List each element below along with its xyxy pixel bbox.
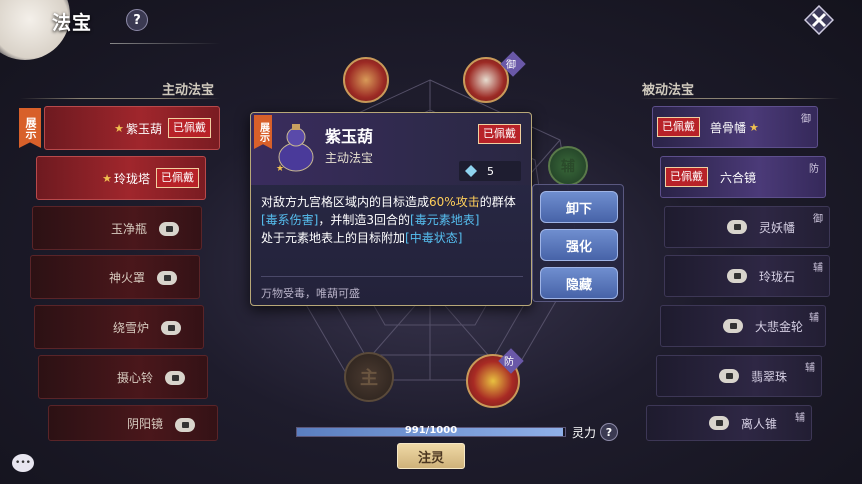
- spirit-progress-text: 991/1000: [404, 425, 458, 436]
- slot-type-tag: 辅: [795, 413, 805, 424]
- treasure-description: 对敌方九宫格区域内的目标造成60%攻击的群体 [毒系伤害]，并制造3回合的[毒元素…: [261, 193, 523, 247]
- passive-item-4[interactable]: 玲珑石 辅: [664, 255, 830, 297]
- lock-icon: [161, 321, 181, 335]
- enhance-button[interactable]: 强化: [540, 229, 618, 261]
- poison-ground-link[interactable]: [毒元素地表]: [410, 213, 479, 227]
- action-menu: 卸下 强化 隐藏: [532, 184, 624, 302]
- desc-text: ，并制造3回合的: [318, 213, 411, 227]
- star-icon: ★: [102, 171, 112, 185]
- active-section-title: 主动法宝: [162, 83, 215, 98]
- gourd-icon: ★: [276, 124, 314, 173]
- spirit-help-button[interactable]: ?: [600, 423, 618, 441]
- treasure-name: 紫玉葫: [325, 127, 374, 146]
- item-name: 玲珑石: [759, 269, 796, 284]
- item-name: 紫玉葫: [125, 121, 162, 136]
- item-name: 大悲金轮: [755, 319, 804, 334]
- worn-badge: 已佩戴: [657, 117, 700, 137]
- passive-slot-right[interactable]: 辅: [548, 146, 588, 186]
- energy-cost-value: 5: [487, 164, 494, 178]
- desc-text: 的群体: [479, 195, 516, 209]
- slot-type-tag: 御: [813, 214, 823, 225]
- showcase-badge: 展示: [19, 108, 41, 148]
- crystal-icon: [465, 165, 477, 177]
- slot-type-tag: 防: [809, 164, 819, 175]
- active-slot-1[interactable]: [343, 57, 389, 103]
- defense-tag: 防: [504, 357, 514, 368]
- item-name: 玉净瓶: [110, 221, 147, 236]
- desc-text: 处于元素地表上的目标附加: [261, 231, 406, 245]
- showcase-badge: 展示: [254, 115, 272, 149]
- desc-text: 对敌方九宫格区域内的目标造成: [261, 195, 430, 209]
- lock-icon: [709, 416, 729, 430]
- passive-item-5[interactable]: 大悲金轮 辅: [660, 305, 826, 347]
- item-name: 玲珑塔: [113, 171, 150, 186]
- star-icon: ★: [114, 121, 124, 135]
- passive-item-7[interactable]: 离人锥 辅: [646, 405, 812, 441]
- lock-icon: [723, 319, 743, 333]
- item-name: 离人锥: [741, 416, 778, 431]
- inject-spirit-button[interactable]: 注灵: [397, 443, 465, 469]
- item-name: 灵妖幡: [759, 220, 796, 235]
- treasure-type: 主动法宝: [325, 151, 374, 165]
- active-item-1[interactable]: ★ 紫玉葫 已佩戴: [44, 106, 220, 150]
- item-name: 绕雪炉: [112, 320, 149, 335]
- worn-badge: 已佩戴: [168, 118, 211, 138]
- lock-icon: [727, 269, 747, 283]
- worn-badge: 已佩戴: [478, 124, 521, 144]
- lock-icon: [727, 220, 747, 234]
- lock-icon: [165, 371, 185, 385]
- hide-button[interactable]: 隐藏: [540, 267, 618, 299]
- active-item-7[interactable]: 阴阳镜: [48, 405, 218, 441]
- worn-badge: 已佩戴: [156, 168, 199, 188]
- desc-highlight: 60%攻击: [429, 195, 480, 209]
- slot-type-tag: 辅: [813, 263, 823, 274]
- item-name: 神火罩: [108, 270, 145, 285]
- energy-cost: 5: [459, 161, 521, 181]
- active-item-5[interactable]: 绕雪炉: [34, 305, 204, 349]
- slot-type-tag: 御: [801, 114, 811, 125]
- active-item-4[interactable]: 神火罩: [30, 255, 200, 299]
- worn-badge: 已佩戴: [665, 167, 708, 187]
- flavor-text: 万物受毒，唯葫可盛: [261, 287, 360, 300]
- spirit-label: 灵力: [572, 426, 597, 440]
- active-item-2[interactable]: ★ 玲珑塔 已佩戴: [36, 156, 206, 200]
- unequip-button[interactable]: 卸下: [540, 191, 618, 223]
- star-icon: ★: [749, 120, 759, 134]
- active-section-divider: [20, 98, 220, 99]
- item-name: 阴阳镜: [126, 416, 163, 431]
- passive-item-1[interactable]: 已佩戴 兽骨幡 ★ 御: [652, 106, 818, 148]
- help-button[interactable]: ?: [126, 9, 148, 31]
- passive-section-divider: [640, 98, 840, 99]
- passive-item-2[interactable]: 已佩戴 六合镜 防: [660, 156, 826, 198]
- item-name: 翡翠珠: [751, 369, 788, 384]
- lock-icon: [719, 369, 739, 383]
- passive-item-3[interactable]: 灵妖幡 御: [664, 206, 830, 248]
- lock-icon: [175, 418, 195, 432]
- panel-divider: [261, 276, 523, 277]
- guard-tag: 御: [506, 60, 516, 71]
- active-item-3[interactable]: 玉净瓶: [32, 206, 202, 250]
- poison-status-link[interactable]: [中毒状态]: [405, 231, 462, 245]
- item-name: 兽骨幡: [710, 120, 747, 135]
- passive-item-6[interactable]: 翡翠珠 辅: [656, 355, 822, 397]
- active-item-6[interactable]: 摄心铃: [38, 355, 208, 399]
- close-icon[interactable]: [804, 5, 834, 35]
- treasure-detail-panel: 展示 ★ 紫玉葫 主动法宝 已佩戴 5 对敌方九宫格区域内的目标造成60%攻击的…: [250, 112, 532, 306]
- passive-section-title: 被动法宝: [642, 83, 695, 98]
- page-title: 法宝: [52, 12, 93, 34]
- slot-type-tag: 辅: [809, 313, 819, 324]
- lock-icon: [157, 271, 177, 285]
- chat-icon[interactable]: •••: [12, 454, 34, 472]
- poison-damage-link[interactable]: [毒系伤害]: [261, 213, 318, 227]
- lock-icon: [159, 222, 179, 236]
- title-divider: [110, 43, 220, 44]
- main-slot[interactable]: 主: [344, 352, 394, 402]
- slot-type-tag: 辅: [805, 363, 815, 374]
- item-name: 摄心铃: [116, 370, 153, 385]
- svg-text:★: ★: [276, 164, 284, 173]
- item-name: 六合镜: [720, 170, 757, 185]
